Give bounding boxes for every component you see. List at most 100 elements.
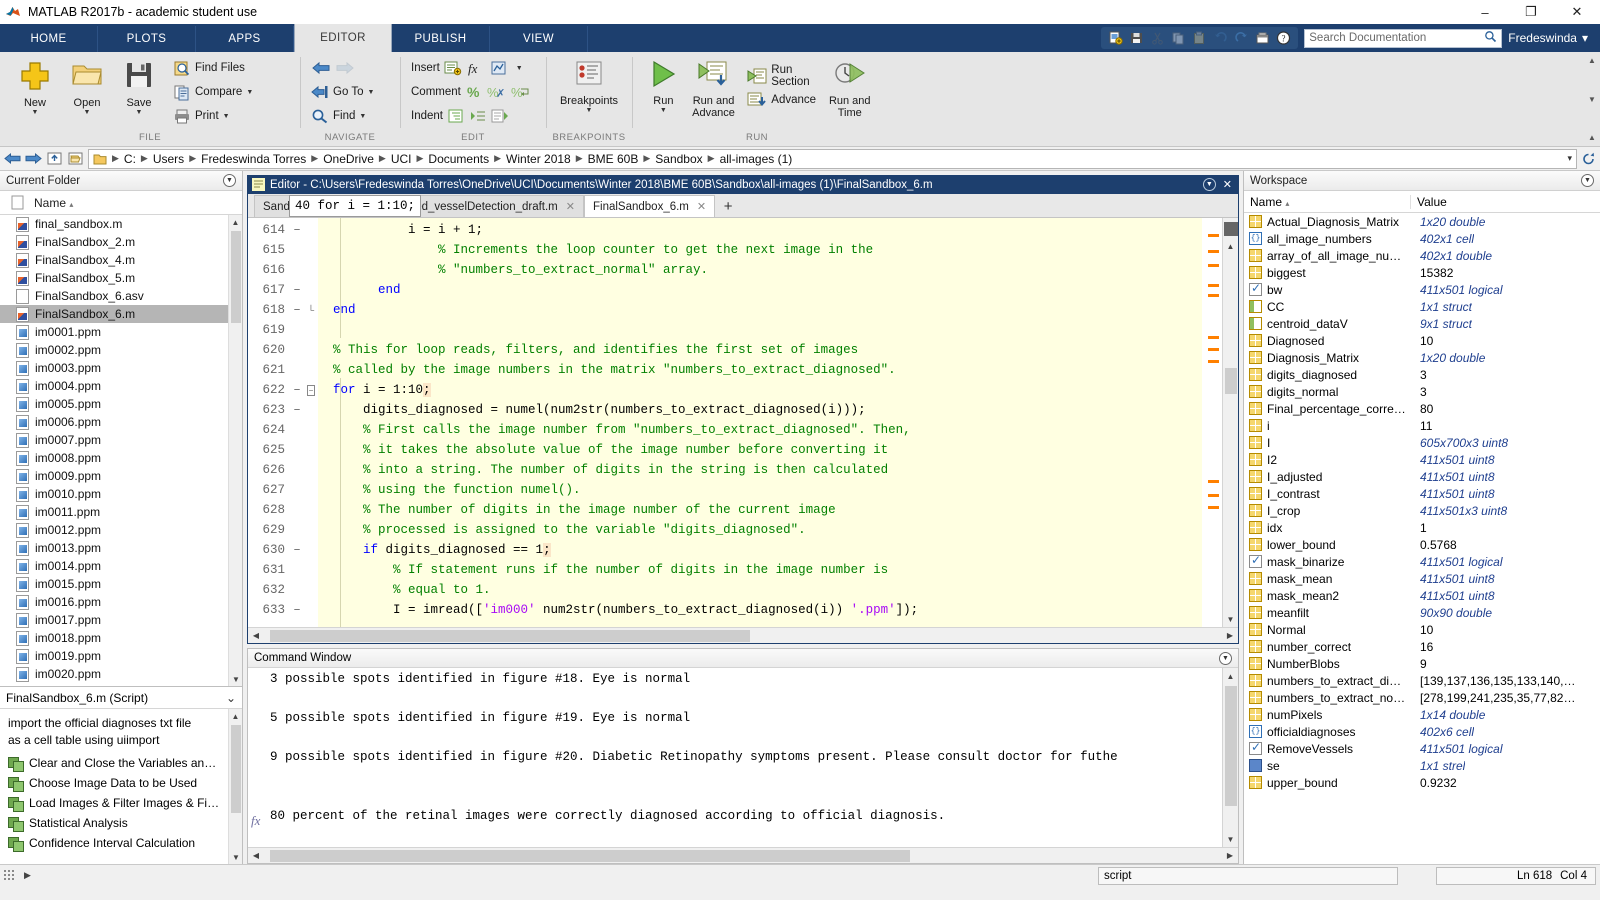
workspace-row[interactable]: I_crop 411x501x3 uint8	[1244, 502, 1600, 519]
code-line[interactable]: % If statement runs if the number of dig…	[318, 560, 1202, 580]
close-icon[interactable]: ✕	[566, 200, 575, 213]
code-line[interactable]: I = imread(['im000' num2str(numbers_to_e…	[318, 600, 1202, 620]
executable-line-marker[interactable]	[290, 260, 304, 280]
new-tab-button[interactable]: +	[715, 195, 741, 217]
fold-marker[interactable]	[304, 220, 318, 240]
chevron-down-icon[interactable]: ⌄	[226, 691, 236, 705]
file-list-item[interactable]: im0010.ppm	[0, 485, 242, 503]
executable-line-marker[interactable]	[290, 320, 304, 340]
name-column-header[interactable]: Name ▴	[34, 196, 73, 210]
code-line[interactable]: % processed is assigned to the variable …	[318, 520, 1202, 540]
fold-marker[interactable]	[304, 580, 318, 600]
file-list-item[interactable]: im0007.ppm	[0, 431, 242, 449]
scroll-up-icon[interactable]: ▲	[229, 215, 242, 229]
chevron-down-icon[interactable]: ▼	[136, 109, 143, 116]
tab-home[interactable]: HOME	[0, 26, 98, 52]
breakpoints-button[interactable]: Breakpoints ▼	[555, 56, 623, 114]
file-list-item[interactable]: FinalSandbox_6.asv	[0, 287, 242, 305]
search-documentation-input[interactable]: Search Documentation	[1304, 28, 1503, 48]
scroll-down-icon[interactable]: ▼	[1222, 611, 1238, 627]
scroll-thumb[interactable]	[270, 630, 750, 642]
code-line[interactable]: end	[318, 300, 1202, 320]
indent-left-icon[interactable]	[491, 108, 509, 124]
file-list-item[interactable]: FinalSandbox_5.m	[0, 269, 242, 287]
uncomment-icon[interactable]: % ✗	[487, 84, 507, 100]
command-horizontal-scrollbar[interactable]: ◀ ▶	[248, 847, 1238, 863]
details-scrollbar[interactable]: ▲ ▼	[228, 709, 242, 864]
executable-line-marker[interactable]: –	[290, 380, 304, 400]
file-list-item[interactable]: im0006.ppm	[0, 413, 242, 431]
scroll-right-icon[interactable]: ▶	[1222, 628, 1238, 644]
fold-marker[interactable]	[304, 500, 318, 520]
workspace-row[interactable]: numbers_to_extract_di… [139,137,136,135,1…	[1244, 672, 1600, 689]
breadcrumb[interactable]: ▶ C: ▶ Users ▶ Fredeswinda Torres ▶ OneD…	[88, 148, 1577, 169]
editor-close-icon[interactable]: ✕	[1221, 178, 1234, 191]
workspace-row[interactable]: numPixels 1x14 double	[1244, 706, 1600, 723]
workspace-row[interactable]: {} all_image_numbers 402x1 cell	[1244, 230, 1600, 247]
file-list-item[interactable]: im0003.ppm	[0, 359, 242, 377]
run-and-advance-button[interactable]: Run and Advance	[686, 56, 742, 119]
fold-marker[interactable]	[304, 480, 318, 500]
workspace-row[interactable]: I 605x700x3 uint8	[1244, 434, 1600, 451]
print-button[interactable]: Print ▼	[171, 104, 255, 128]
code-line[interactable]: digits_diagnosed = numel(num2str(numbers…	[318, 400, 1202, 420]
scroll-thumb[interactable]	[270, 850, 910, 862]
breadcrumb-item-9[interactable]: all-images (1)	[718, 152, 795, 166]
code-lines[interactable]: i = i + 1; % Increments the loop counter…	[318, 218, 1202, 627]
fold-marker[interactable]	[304, 420, 318, 440]
chevron-down-icon[interactable]: ▾	[1567, 153, 1572, 164]
breadcrumb-item-2[interactable]: Fredeswinda Torres	[199, 152, 308, 166]
status-expand-icon[interactable]: ▶	[24, 870, 31, 881]
panel-options-icon[interactable]: ▼	[1581, 174, 1594, 187]
workspace-row[interactable]: Actual_Diagnosis_Matrix 1x20 double	[1244, 213, 1600, 230]
up-folder-icon[interactable]	[46, 151, 63, 166]
workspace-row[interactable]: centroid_dataV 9x1 struct	[1244, 315, 1600, 332]
scroll-left-icon[interactable]: ◀	[248, 848, 264, 864]
scroll-thumb[interactable]	[1225, 686, 1237, 806]
workspace-row[interactable]: Diagnosed 10	[1244, 332, 1600, 349]
editor-tab-2[interactable]: FinalSandbox_6.m ✕	[584, 195, 716, 217]
scroll-thumb[interactable]	[231, 231, 241, 323]
code-line[interactable]: % called by the image numbers in the mat…	[318, 360, 1202, 380]
executable-line-marker[interactable]: –	[290, 600, 304, 620]
workspace-row[interactable]: meanfilt 90x90 double	[1244, 604, 1600, 621]
insert-icon[interactable]	[444, 60, 462, 76]
fold-marker[interactable]: └	[304, 300, 318, 320]
scroll-thumb[interactable]	[1225, 368, 1237, 394]
wrap-comment-icon[interactable]: %	[511, 84, 531, 100]
back-arrow-icon[interactable]	[4, 151, 21, 166]
workspace-row[interactable]: idx 1	[1244, 519, 1600, 536]
workspace-row[interactable]: I_adjusted 411x501 uint8	[1244, 468, 1600, 485]
fold-marker[interactable]	[304, 260, 318, 280]
file-list-item[interactable]: FinalSandbox_4.m	[0, 251, 242, 269]
file-list-item[interactable]: im0020.ppm	[0, 665, 242, 683]
executable-line-marker[interactable]: –	[290, 220, 304, 240]
fold-marker[interactable]	[304, 240, 318, 260]
chevron-down-icon[interactable]: ▼	[84, 109, 91, 116]
dock-icon[interactable]: ▼	[1202, 178, 1216, 191]
workspace-row[interactable]: CC 1x1 struct	[1244, 298, 1600, 315]
chevron-down-icon[interactable]: ▼	[32, 109, 39, 116]
chevron-up-icon[interactable]: ▲	[1588, 56, 1596, 65]
file-list-item[interactable]: im0018.ppm	[0, 629, 242, 647]
indent-right-icon[interactable]	[469, 108, 487, 124]
fold-marker[interactable]	[304, 280, 318, 300]
chevron-down-icon[interactable]: ▼	[1588, 95, 1596, 104]
fold-marker[interactable]: −	[304, 380, 318, 400]
file-details-header[interactable]: FinalSandbox_6.m (Script) ⌄	[0, 687, 242, 709]
scroll-thumb[interactable]	[231, 725, 241, 813]
editor-horizontal-scrollbar[interactable]: ◀ ▶	[248, 627, 1238, 643]
file-list-item[interactable]: FinalSandbox_6.m	[0, 305, 242, 323]
file-list-item[interactable]: im0017.ppm	[0, 611, 242, 629]
user-menu-button[interactable]: Fredeswinda ▾	[1502, 31, 1594, 45]
open-button[interactable]: Open ▼	[61, 56, 113, 116]
file-list-item[interactable]: im0012.ppm	[0, 521, 242, 539]
scroll-up-icon[interactable]: ▲	[1222, 668, 1238, 684]
workspace-row[interactable]: Final_percentage_corre… 80	[1244, 400, 1600, 417]
smart-indent-icon[interactable]	[447, 108, 465, 124]
workspace-row[interactable]: bw 411x501 logical	[1244, 281, 1600, 298]
file-list-item[interactable]: im0005.ppm	[0, 395, 242, 413]
executable-line-marker[interactable]: –	[290, 280, 304, 300]
executable-line-marker[interactable]	[290, 580, 304, 600]
save-icon[interactable]	[1126, 28, 1147, 48]
